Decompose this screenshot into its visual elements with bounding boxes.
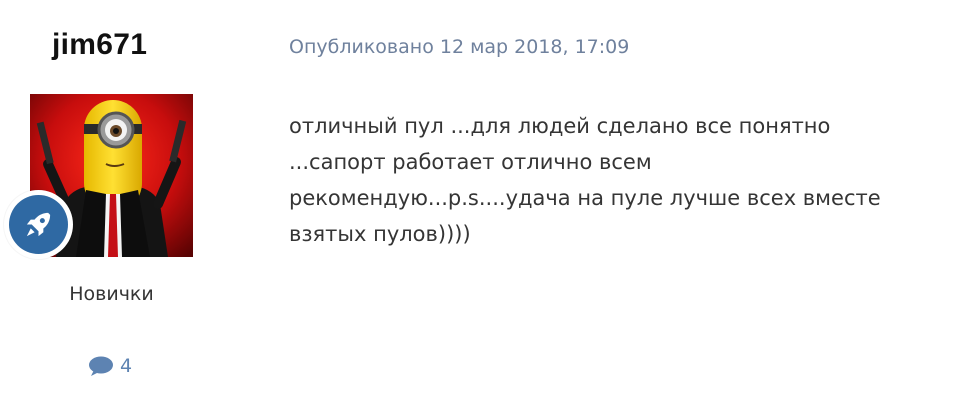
post-text-line: отличный пул ...для людей сделано все по…: [289, 114, 831, 138]
post-text-line: ...сапорт работает отлично всем: [289, 150, 652, 174]
rank-badge: [4, 190, 73, 259]
post-count[interactable]: 4: [88, 355, 132, 377]
author-username[interactable]: jim671: [52, 28, 147, 62]
post-count-value: 4: [120, 355, 133, 377]
post-text-line: рекомендую...p.s....удача на пуле лучше …: [289, 186, 881, 210]
author-panel: jim671 Новички 4: [0, 0, 210, 400]
post-text-line: взятых пулов)))): [289, 222, 471, 246]
post-date[interactable]: Опубликовано 12 мар 2018, 17:09: [289, 36, 629, 58]
comment-icon: [88, 355, 114, 377]
post-content: отличный пул ...для людей сделано все по…: [289, 108, 959, 252]
rocket-icon: [26, 212, 51, 237]
rank-title: Новички: [69, 283, 154, 305]
